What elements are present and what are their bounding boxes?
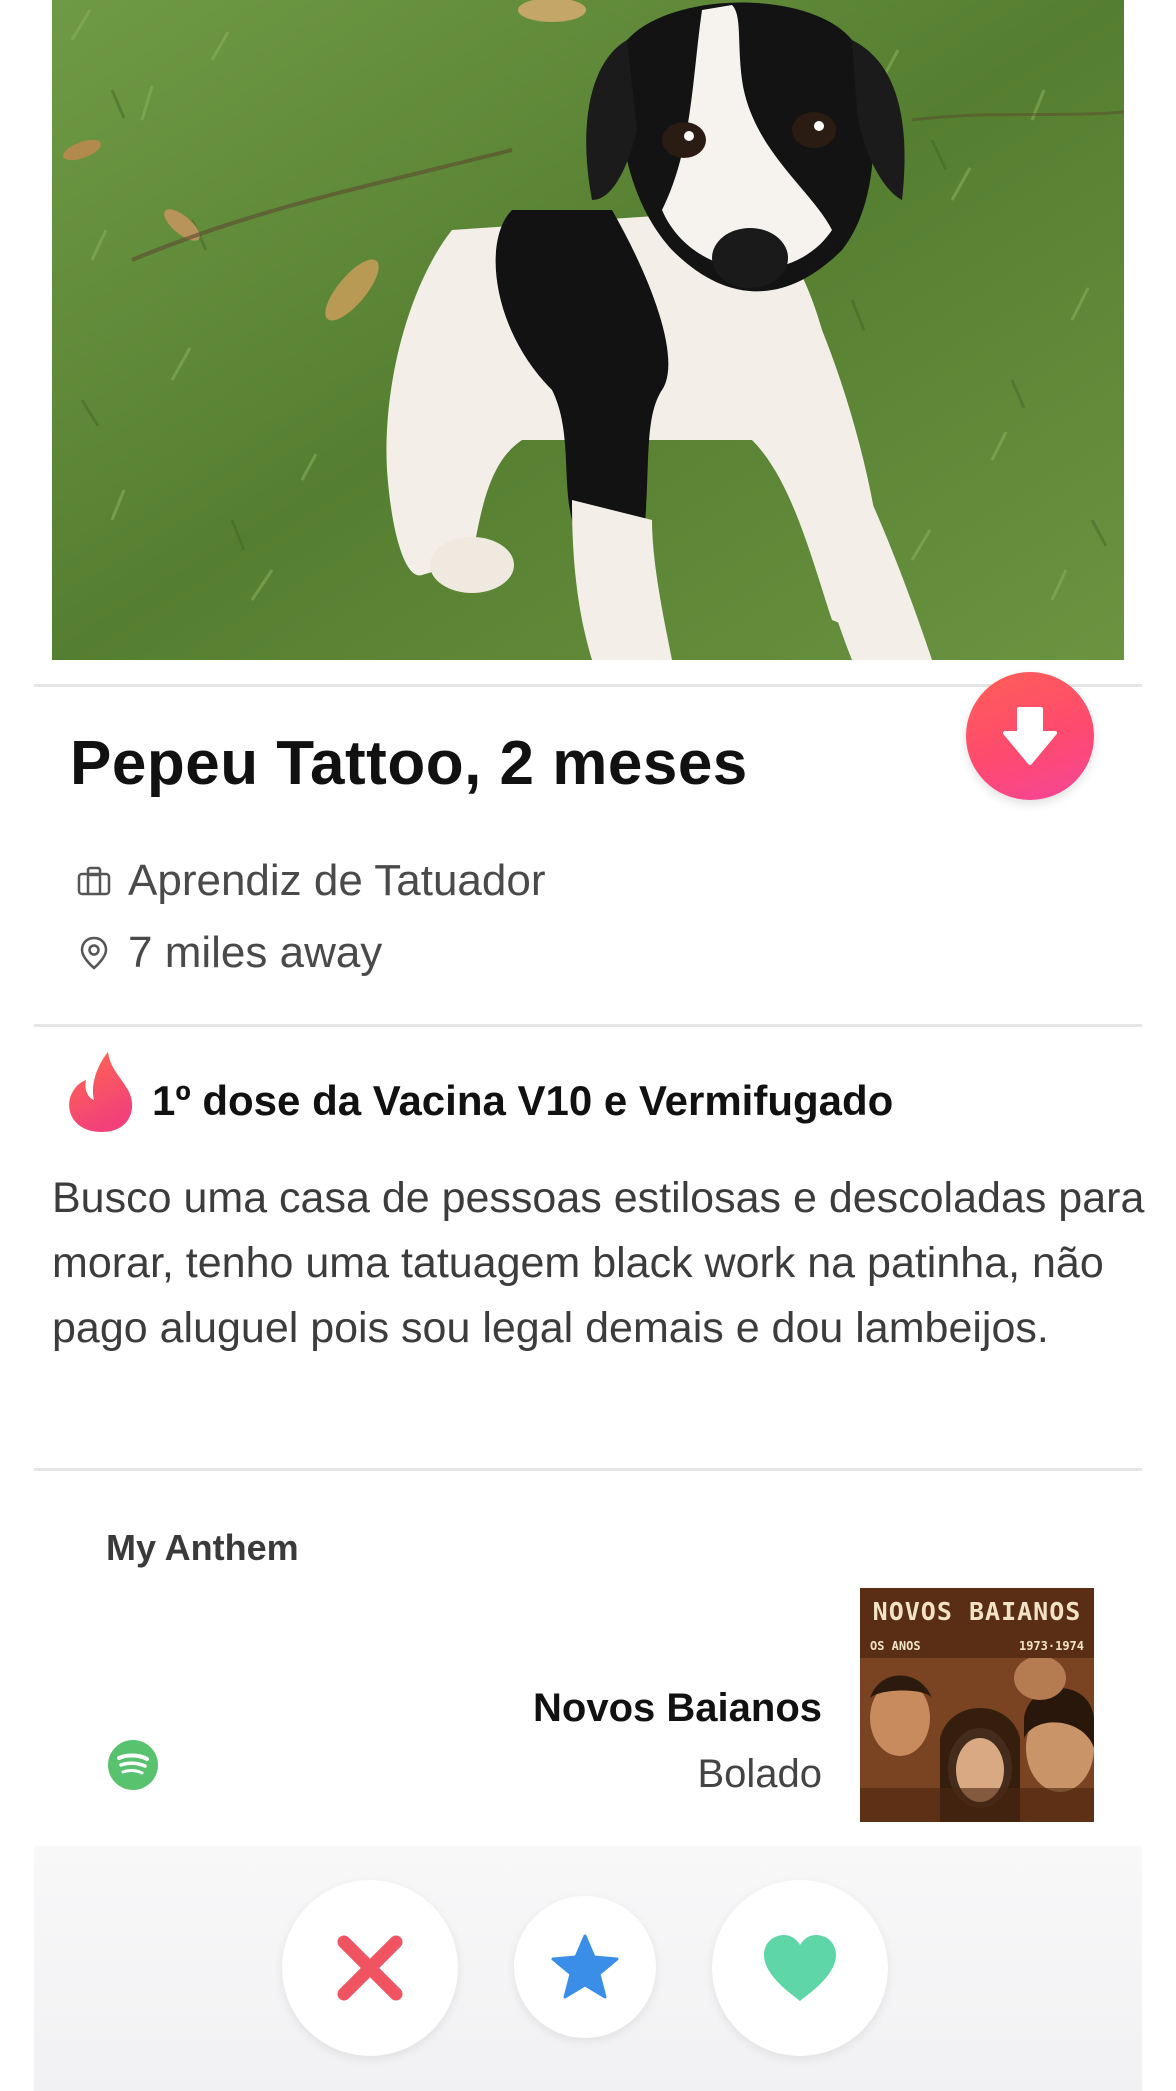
divider-bio xyxy=(34,1468,1142,1471)
job-row: Aprendiz de Tatuador xyxy=(76,856,545,906)
like-button[interactable] xyxy=(712,1880,888,2056)
anthem-section-title: My Anthem xyxy=(106,1527,299,1568)
profile-photo[interactable] xyxy=(52,0,1124,660)
album-cover-title: NOVOS BAIANOS xyxy=(860,1588,1094,1636)
bio-text: Busco uma casa de pessoas estilosas e de… xyxy=(52,1174,1145,1352)
anthem-artist: Bolado xyxy=(697,1752,822,1796)
heart-icon xyxy=(764,1935,836,2001)
location-pin-icon xyxy=(76,935,112,971)
distance-row: 7 miles away xyxy=(76,928,382,978)
star-icon xyxy=(551,1934,619,1999)
divider-photo xyxy=(34,684,1142,687)
spotify-icon[interactable] xyxy=(108,1740,158,1790)
nope-button[interactable] xyxy=(282,1880,458,2056)
arrow-down-icon xyxy=(1003,707,1057,765)
x-icon xyxy=(337,1935,403,2001)
album-cover-subtitle: OS ANOS 1973·1974 xyxy=(860,1636,1094,1658)
album-cover-subtitle-left: OS ANOS xyxy=(870,1639,921,1653)
distance-text: 7 miles away xyxy=(128,928,383,977)
album-cover-photo xyxy=(860,1658,1094,1822)
super-like-button[interactable] xyxy=(514,1896,656,2038)
flame-icon xyxy=(64,1050,138,1134)
album-cover[interactable]: NOVOS BAIANOS OS ANOS 1973·1974 xyxy=(860,1588,1094,1822)
profile-name-age: Pepeu Tattoo, 2 meses xyxy=(70,729,748,798)
bio-headline: 1º dose da Vacina V10 e Vermifugado xyxy=(152,1077,894,1124)
collapse-profile-button[interactable] xyxy=(966,672,1094,800)
puppy-photo-image xyxy=(52,0,1124,660)
divider-info xyxy=(34,1024,1142,1027)
anthem-song-title: Novos Baianos xyxy=(533,1686,822,1730)
job-text: Aprendiz de Tatuador xyxy=(128,856,546,905)
album-cover-subtitle-right: 1973·1974 xyxy=(1018,1639,1084,1653)
briefcase-icon xyxy=(76,863,112,899)
